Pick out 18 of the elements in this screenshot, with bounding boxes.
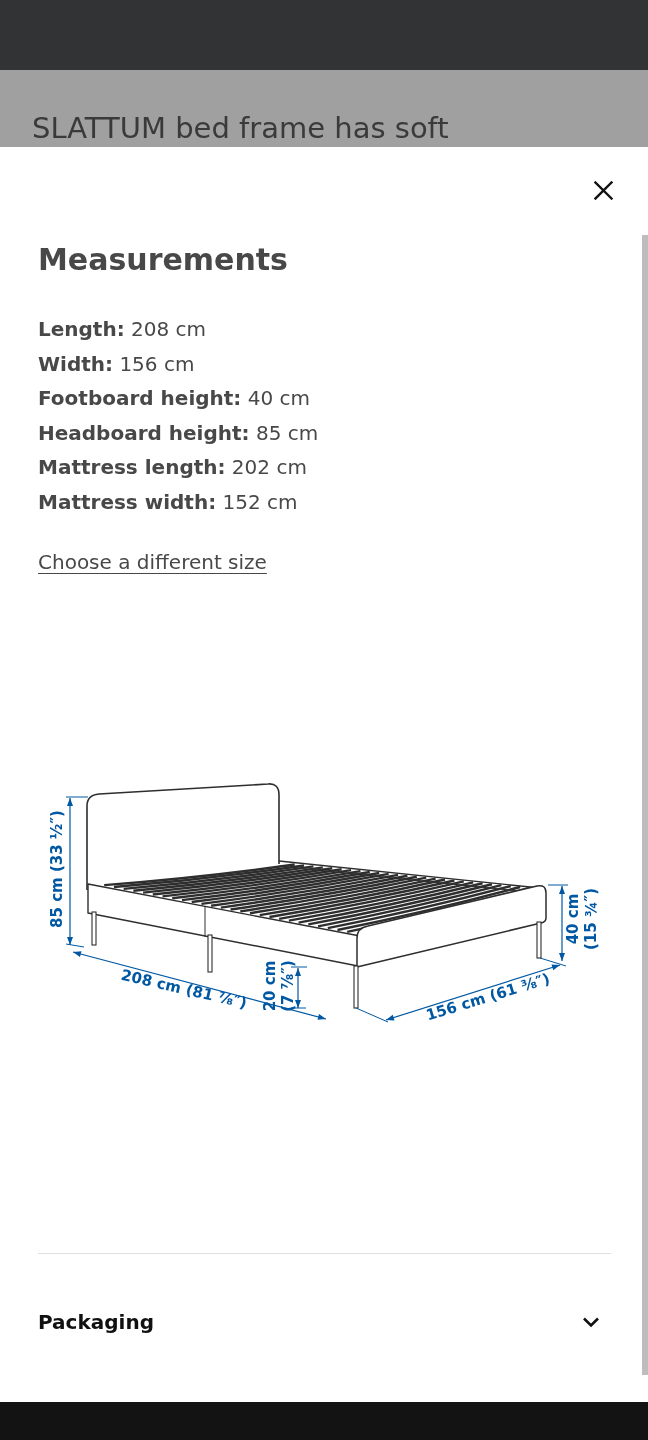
product-description: SLATTUM bed frame has soft: [32, 111, 450, 145]
spec-line: Width: 156 cm: [38, 350, 195, 378]
dialog-title: Measurements: [38, 241, 288, 279]
scrollbar[interactable]: [642, 235, 648, 1375]
dimension-label: 208 cm (81 ⅞″): [119, 965, 249, 1013]
spec-line: Footboard height: 40 cm: [38, 385, 310, 413]
dimension-label: 85 cm (33 ½″): [48, 810, 66, 929]
size-link[interactable]: Choose a different size: [38, 544, 267, 580]
dimension-label: 20 cm (7 ⅞″): [261, 960, 297, 1012]
chevron-down-icon: [582, 1316, 600, 1328]
dimension-label: 156 cm (61 ⅜″): [424, 969, 552, 1025]
close-icon: [593, 180, 613, 200]
spec-line: Length: 208 cm: [38, 316, 207, 343]
section-toggle[interactable]: Packaging: [38, 1254, 611, 1391]
spec-line: Mattress length: 202 cm: [38, 454, 307, 482]
dimension-label: 40 cm (15 ¾″): [564, 888, 600, 951]
spec-line: Mattress width: 152 cm: [38, 488, 298, 516]
spec-line: Headboard height: 85 cm: [38, 419, 319, 447]
